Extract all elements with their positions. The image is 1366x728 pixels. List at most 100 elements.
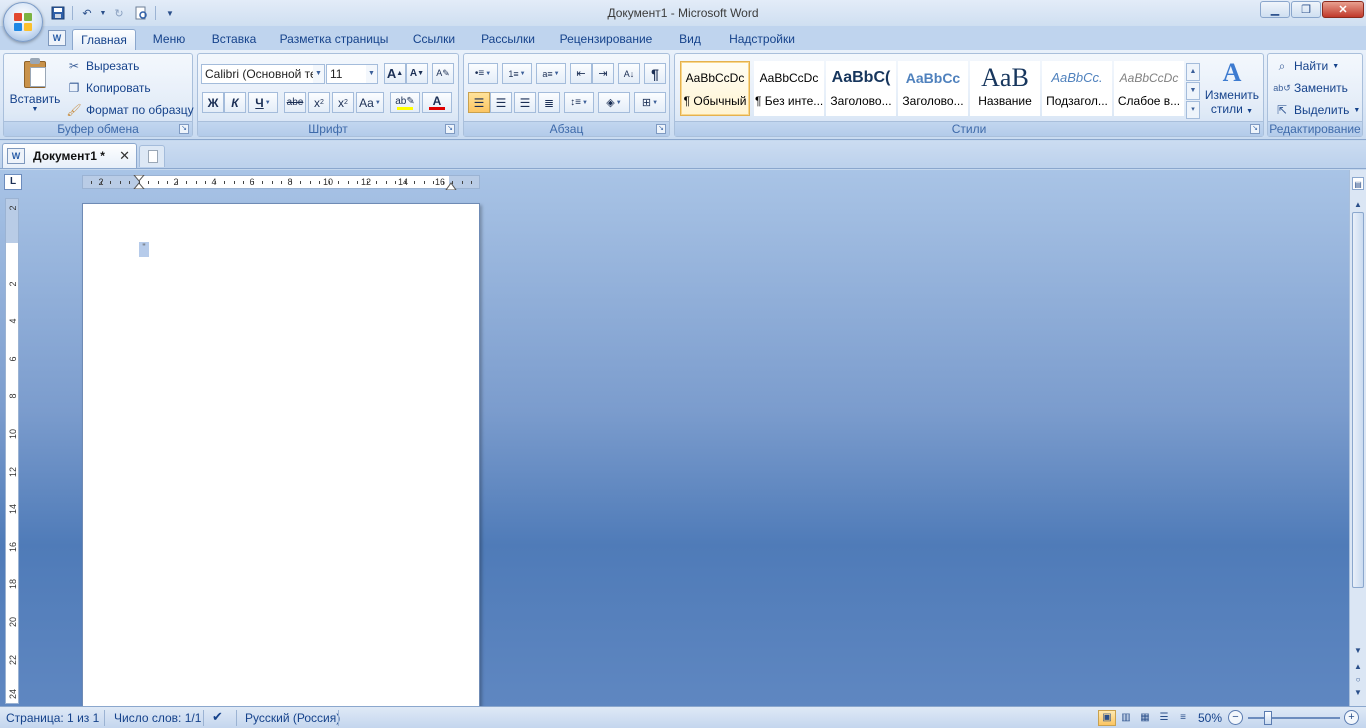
tab-addins[interactable]: Надстройки (720, 29, 804, 50)
scrollbar-thumb[interactable] (1352, 212, 1364, 588)
vertical-scrollbar[interactable]: ▤ ▲ ▼ ▲ ○ ▼ (1349, 170, 1366, 706)
select-button[interactable]: ⇱ Выделить ▼ (1274, 100, 1360, 120)
office-button[interactable] (3, 2, 43, 42)
line-spacing-button[interactable]: ↕≡ ▼ (564, 92, 594, 113)
gallery-more-icon[interactable]: ▾ (1186, 101, 1200, 119)
style-subtle-emphasis[interactable]: AaBbCcDc Слабое в... (1114, 61, 1184, 116)
strikethrough-button[interactable]: abe (284, 92, 306, 113)
font-name-combo[interactable]: Calibri (Основной текст) ▼ (201, 64, 325, 84)
align-center-button[interactable]: ☰ (490, 92, 512, 113)
tab-insert[interactable]: Вставка (204, 29, 264, 50)
tab-review[interactable]: Рецензирование (552, 29, 660, 50)
new-document-tab-button[interactable] (139, 145, 165, 167)
gallery-down-icon[interactable]: ▼ (1186, 82, 1200, 100)
style-sample: AaBbCcDc (759, 71, 819, 85)
borders-button[interactable]: ⊞ ▼ (634, 92, 666, 113)
increase-indent-button[interactable]: ⇥ (592, 63, 614, 84)
zoom-slider-track[interactable] (1248, 717, 1340, 719)
paragraph-launcher-icon[interactable]: ↘ (656, 124, 666, 134)
gallery-up-icon[interactable]: ▲ (1186, 63, 1200, 81)
zoom-slider-thumb[interactable] (1264, 711, 1272, 725)
tab-menu[interactable]: Меню (144, 29, 194, 50)
draft-view-icon[interactable]: ≡ (1174, 710, 1192, 726)
document-tab[interactable]: W Документ1 * ✕ (2, 143, 137, 168)
zoom-level[interactable]: 50% (1198, 711, 1222, 725)
ruler-dot (461, 181, 463, 184)
ruler-dot (376, 181, 377, 184)
vertical-ruler[interactable]: 2 2 4 6 8 10 12 14 16 18 20 22 24 (5, 198, 19, 704)
tab-page-layout[interactable]: Разметка страницы (274, 29, 394, 50)
font-color-button[interactable]: A (422, 92, 452, 113)
superscript-button[interactable]: x2 (332, 92, 354, 113)
change-case-button[interactable]: Aa ▼ (356, 92, 384, 113)
style-no-spacing[interactable]: AaBbCcDc ¶ Без инте... (754, 61, 824, 116)
language-indicator[interactable]: Русский (Россия) (245, 711, 340, 725)
print-layout-view-icon[interactable]: ▣ (1098, 710, 1116, 726)
web-layout-view-icon[interactable]: ▦ (1136, 710, 1154, 726)
style-name: ¶ Без инте... (755, 94, 823, 108)
font-launcher-icon[interactable]: ↘ (445, 124, 455, 134)
styles-launcher-icon[interactable]: ↘ (1250, 124, 1260, 134)
full-screen-reading-view-icon[interactable]: ▥ (1117, 710, 1135, 726)
minimize-button[interactable]: ▁ (1260, 1, 1290, 18)
bold-button[interactable]: Ж (202, 92, 224, 113)
sort-button[interactable]: A↓ (618, 63, 640, 84)
numbering-button[interactable]: 1≡ ▼ (502, 63, 532, 84)
replace-button[interactable]: ab↺ Заменить (1273, 78, 1348, 98)
close-document-icon[interactable]: ✕ (119, 148, 130, 164)
document-page[interactable]: " (82, 203, 480, 713)
line-spacing-icon: ↕≡ (570, 97, 581, 108)
proofing-icon[interactable]: ✔ (212, 709, 223, 725)
next-page-icon[interactable]: ▼ (1352, 686, 1364, 699)
tab-stop-selector[interactable]: L (4, 174, 22, 190)
horizontal-ruler[interactable]: 2 2 4 6 8 10 12 14 16 (82, 175, 480, 190)
italic-button[interactable]: К (224, 92, 246, 113)
change-styles-button[interactable]: A Изменить стили ▼ (1202, 58, 1262, 116)
font-size-combo[interactable]: 11 ▼ (326, 64, 378, 84)
grow-font-button[interactable]: A ▲ (384, 63, 406, 84)
cut-button[interactable]: ✂ Вырезать (66, 56, 139, 76)
tab-references[interactable]: Ссылки (404, 29, 464, 50)
tab-home[interactable]: Главная (72, 29, 136, 50)
clipboard-launcher-icon[interactable]: ↘ (179, 124, 189, 134)
multilevel-list-button[interactable]: a≡ ▼ (536, 63, 566, 84)
format-painter-button[interactable]: 🖌 Формат по образцу (66, 100, 193, 120)
decrease-indent-button[interactable]: ⇤ (570, 63, 592, 84)
page-count[interactable]: Страница: 1 из 1 (6, 711, 99, 725)
zoom-out-icon[interactable]: − (1228, 710, 1243, 725)
find-button[interactable]: ⌕ Найти ▼ (1274, 56, 1340, 76)
scroll-down-icon[interactable]: ▼ (1352, 644, 1364, 657)
ruler-dot (252, 181, 254, 184)
scroll-up-icon[interactable]: ▲ (1352, 198, 1364, 211)
zoom-in-icon[interactable]: + (1344, 710, 1359, 725)
view-ruler-icon[interactable]: ▤ (1352, 177, 1364, 190)
show-formatting-button[interactable]: ¶ (644, 63, 666, 84)
clear-formatting-button[interactable]: A✎ (432, 63, 454, 84)
bullets-button[interactable]: •≡ ▼ (468, 63, 498, 84)
browse-object-icon[interactable]: ○ (1352, 673, 1364, 686)
copy-button[interactable]: ❐ Копировать (66, 78, 151, 98)
restore-button[interactable]: ❐ (1291, 1, 1321, 18)
align-right-button[interactable]: ☰ (514, 92, 536, 113)
right-indent-marker-icon[interactable] (445, 180, 457, 190)
style-heading1[interactable]: AaBbC( Заголово... (826, 61, 896, 116)
style-title[interactable]: AaB Название (970, 61, 1040, 116)
highlight-button[interactable]: ab✎ (390, 92, 420, 113)
outline-view-icon[interactable]: ☰ (1155, 710, 1173, 726)
justify-button[interactable]: ≣ (538, 92, 560, 113)
subscript-button[interactable]: x2 (308, 92, 330, 113)
underline-button[interactable]: Ч ▼ (248, 92, 278, 113)
align-left-button[interactable]: ☰ (468, 92, 490, 113)
word-count[interactable]: Число слов: 1/1 (114, 711, 201, 725)
shrink-font-button[interactable]: A ▼ (406, 63, 428, 84)
style-subtitle[interactable]: AaBbCc. Подзагол... (1042, 61, 1112, 116)
shading-button[interactable]: ◈ ▼ (598, 92, 630, 113)
ruler-dot (281, 181, 282, 184)
style-heading2[interactable]: AaBbCc Заголово... (898, 61, 968, 116)
previous-page-icon[interactable]: ▲ (1352, 660, 1364, 673)
close-window-button[interactable]: ✕ (1322, 1, 1364, 18)
tab-mailings[interactable]: Рассылки (474, 29, 542, 50)
paste-button[interactable]: Вставить ▼ (7, 58, 63, 113)
style-normal[interactable]: AaBbCcDc ¶ Обычный (680, 61, 750, 116)
tab-view[interactable]: Вид (670, 29, 710, 50)
